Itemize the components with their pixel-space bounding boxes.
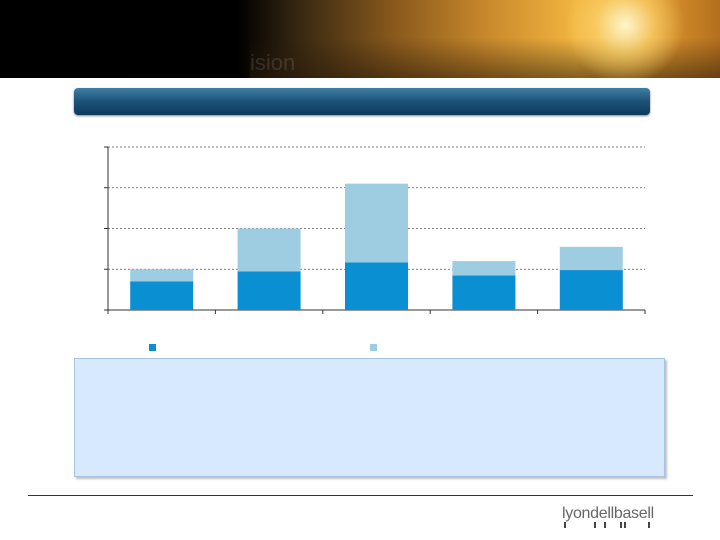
bar-cat3-series2 — [345, 183, 408, 263]
logo-bars — [564, 522, 654, 528]
legend-swatch-series-1 — [149, 344, 156, 351]
bar-cat5-series2 — [559, 246, 623, 271]
bar-cat2-series2 — [237, 228, 301, 272]
stacked-bar-chart — [104, 146, 646, 314]
bar-cat4-series1 — [452, 275, 516, 310]
info-box — [74, 358, 665, 477]
bar-layer — [130, 183, 623, 310]
legend-swatch-series-2 — [370, 344, 377, 351]
bar-cat4-series2 — [452, 261, 516, 276]
bar-cat5-series1 — [559, 270, 623, 310]
company-logo: lyondellbasell — [562, 505, 654, 522]
bar-cat3-series1 — [345, 262, 408, 310]
bar-cat2-series1 — [237, 271, 301, 310]
bar-cat1-series1 — [130, 281, 194, 310]
footer-divider — [28, 495, 693, 496]
bar-cat1-series2 — [130, 269, 194, 282]
